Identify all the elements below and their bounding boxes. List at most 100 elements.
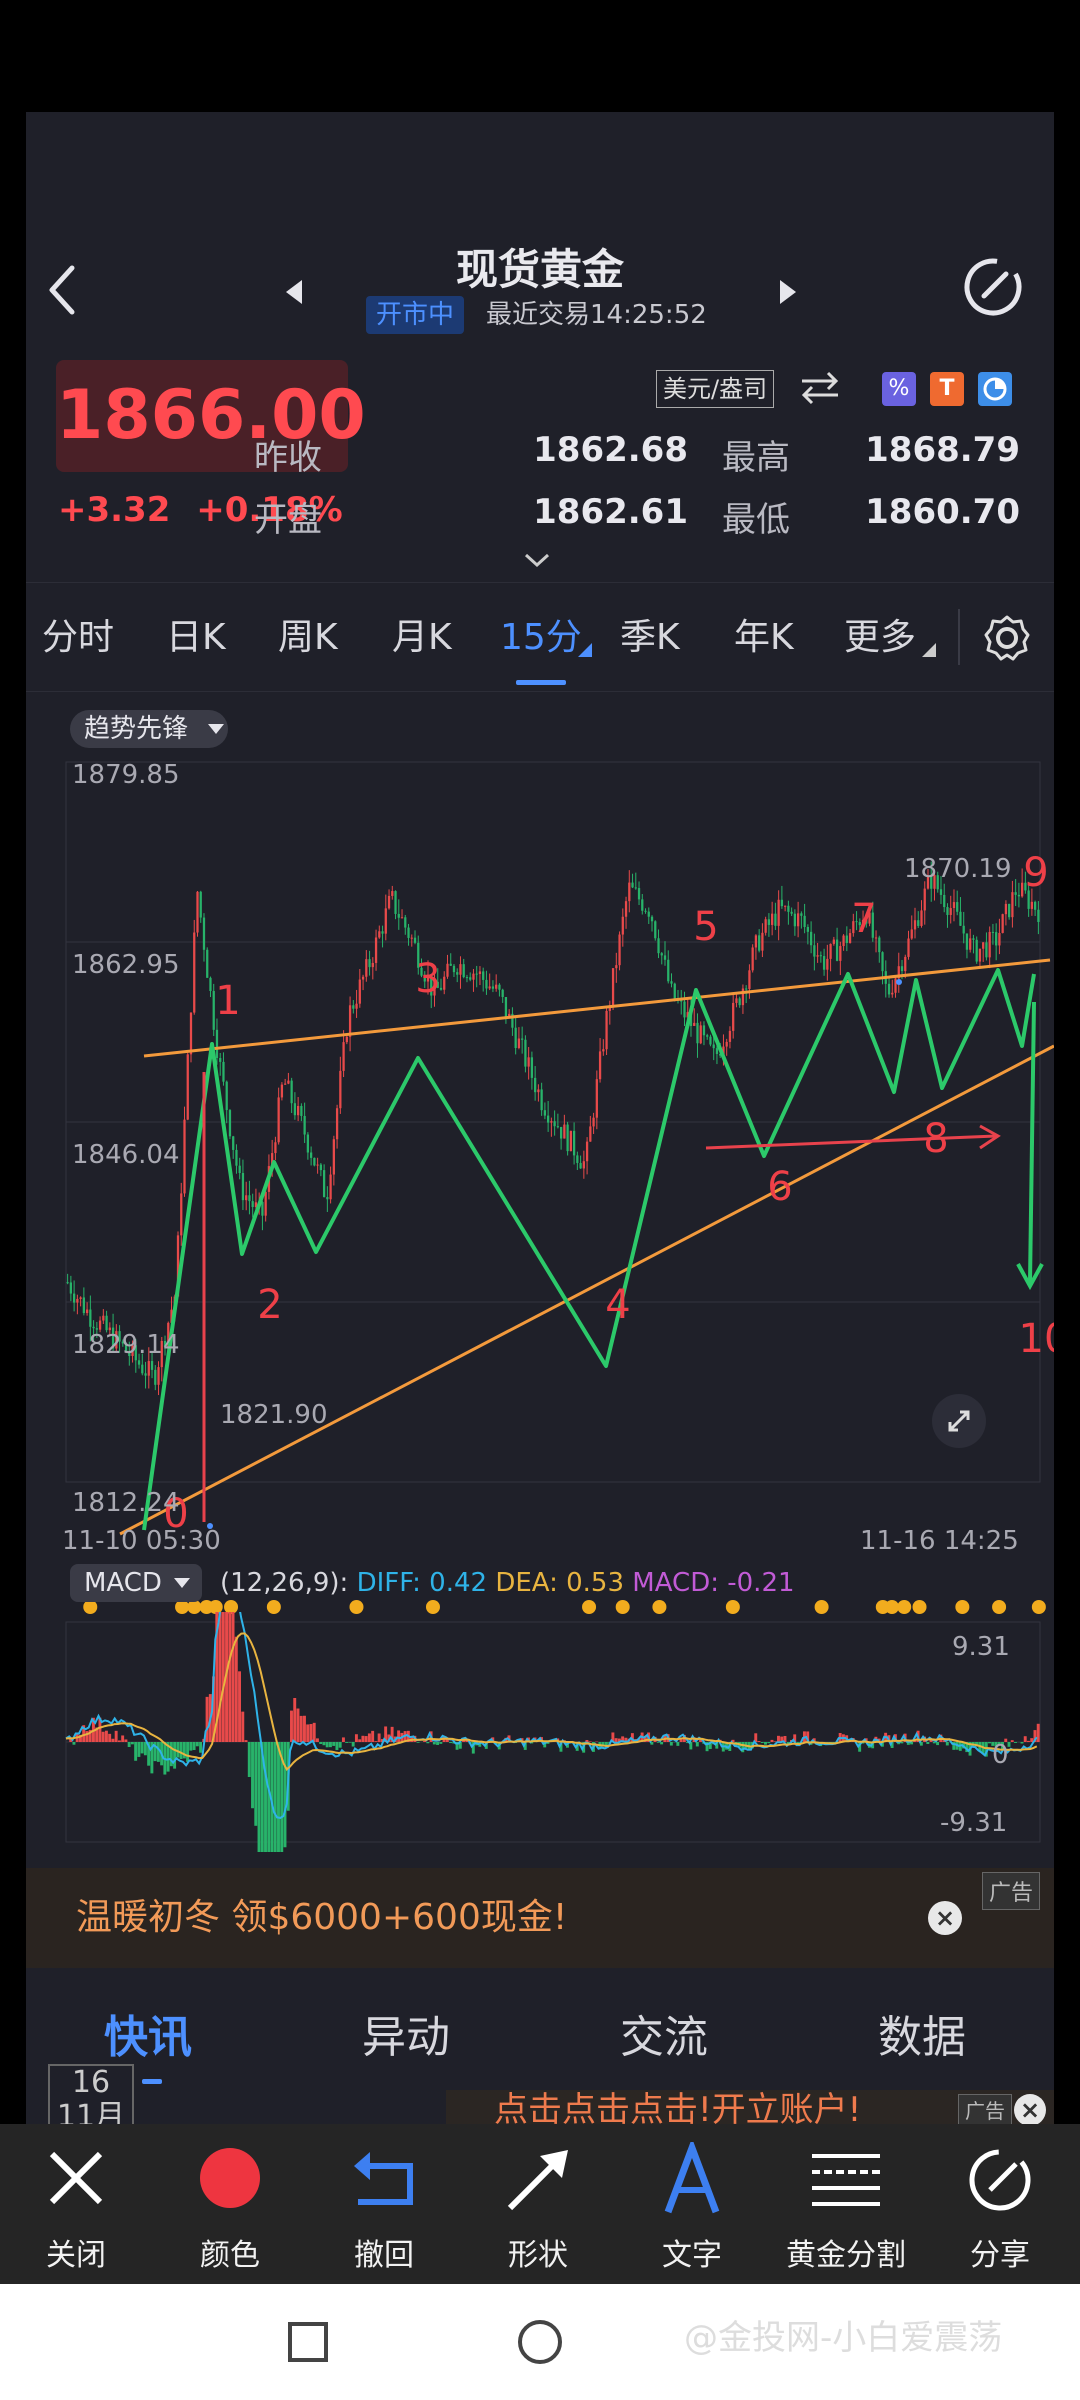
tool-close[interactable]: 关闭 [6,2124,146,2284]
ad-close-icon[interactable]: × [928,1901,962,1935]
candle [917,920,920,926]
candle [559,1127,563,1139]
home-button[interactable] [518,2320,562,2364]
candle [248,1195,251,1202]
tab-day-k[interactable]: 日K [166,583,226,693]
t-tool-icon[interactable]: T [930,372,964,406]
candle [790,911,793,914]
tab-dropdown-icon [578,643,592,657]
macd-bar [341,1737,345,1742]
tab-more[interactable]: 更多 [844,583,916,693]
macd-bar [361,1735,365,1742]
candle [904,956,907,972]
tool-shape[interactable]: 形状 [468,2124,608,2284]
wave-label-5: 5 [693,904,718,950]
macd-bar [777,1735,780,1742]
candle [969,938,972,950]
tab-fenshi[interactable]: 分时 [42,583,114,693]
candle [712,1044,715,1049]
tool-undo[interactable]: 撤回 [314,2124,454,2284]
macd-bar [296,1708,300,1742]
upper-trendline [143,958,1051,1058]
macd-chart[interactable] [26,1612,1054,1852]
candle [621,916,624,935]
candle [787,905,790,912]
next-instrument-icon[interactable] [776,276,800,308]
macd-bar [335,1742,339,1751]
candle [546,1115,550,1123]
percent-tool-icon[interactable]: % [882,372,916,406]
indicator-selector[interactable]: 趋势先锋 [70,710,229,748]
fullscreen-button[interactable] [932,1394,986,1448]
tool-color[interactable]: 颜色 [160,2124,300,2284]
candle [322,1170,326,1198]
tab-week-k[interactable]: 周K [278,583,338,693]
candle [449,963,452,966]
candle [517,1038,521,1048]
candle [235,1149,238,1166]
candle [641,899,644,911]
candle [878,937,881,953]
pie-tool-icon[interactable] [978,372,1012,406]
expand-chevron-icon[interactable] [520,550,554,570]
swap-icon[interactable] [798,368,842,408]
candle [962,925,965,934]
candle [495,984,498,989]
macd-bar [371,1730,375,1742]
macd-bar [358,1739,362,1742]
recents-button[interactable] [288,2322,328,2362]
tab-community[interactable]: 交流 [620,1968,708,2108]
candle [219,1058,222,1062]
macd-dropdown-icon [174,1578,190,1588]
tool-golden-ratio[interactable]: 黄金分割 [776,2124,916,2284]
candle [699,1025,702,1044]
tool-text[interactable]: 文字 [622,2124,762,2284]
tab-15min[interactable]: 15分 [500,583,582,693]
candle [150,1361,154,1370]
macd-bar [767,1742,771,1744]
candle [225,1081,228,1111]
tab-season-k[interactable]: 季K [620,583,680,693]
macd-bar [416,1742,420,1743]
macd-bar [988,1742,991,1744]
settings-gear-icon[interactable] [982,613,1032,663]
candle [673,983,676,1000]
candle [459,964,462,975]
candle [654,921,657,939]
macd-bar [241,1711,245,1742]
candle [566,1124,569,1152]
candle [822,956,826,970]
tab-movers[interactable]: 异动 [362,1968,450,2108]
wave-label-8: 8 [923,1116,948,1162]
macd-values: (12,26,9): DIFF: 0.42 DEA: 0.53 MACD: -0… [220,1564,795,1602]
macd-bar [117,1740,121,1742]
candle [553,1121,556,1127]
price-chart[interactable]: 012345678910 [26,752,1054,1652]
candle [537,1089,540,1093]
candle [352,1005,355,1009]
share-circle-icon[interactable] [958,252,1028,322]
ad-banner-2[interactable]: 点击点击点击!开立账户! 广告 × [446,2090,1054,2124]
support-arrow [705,1134,997,1150]
candle [605,1010,608,1050]
tab-month-k[interactable]: 月K [392,583,452,693]
macd-macd: MACD: -0.21 [632,1568,795,1598]
macd-bar [1014,1742,1017,1743]
macd-bar [140,1742,144,1754]
candle [391,891,394,896]
candle [154,1369,157,1385]
stat-value-prev-close: 1862.68 [533,430,688,470]
candle [189,1012,193,1055]
ad-close-icon-2[interactable]: × [1014,2094,1046,2124]
unit-selector[interactable]: 美元/盎司 [656,370,775,408]
candle [774,913,777,926]
candle [452,965,456,973]
tab-data[interactable]: 数据 [878,1968,966,2108]
macd-bar [179,1742,183,1759]
candle [540,1089,543,1111]
golden-ratio-icon [812,2154,880,2206]
tab-year-k[interactable]: 年K [734,583,794,693]
ad-banner[interactable]: 温暖初冬 领$6000+600现金! × 广告 [26,1868,1054,1968]
tool-share[interactable]: 分享 [930,2124,1070,2284]
candle [582,1161,585,1169]
